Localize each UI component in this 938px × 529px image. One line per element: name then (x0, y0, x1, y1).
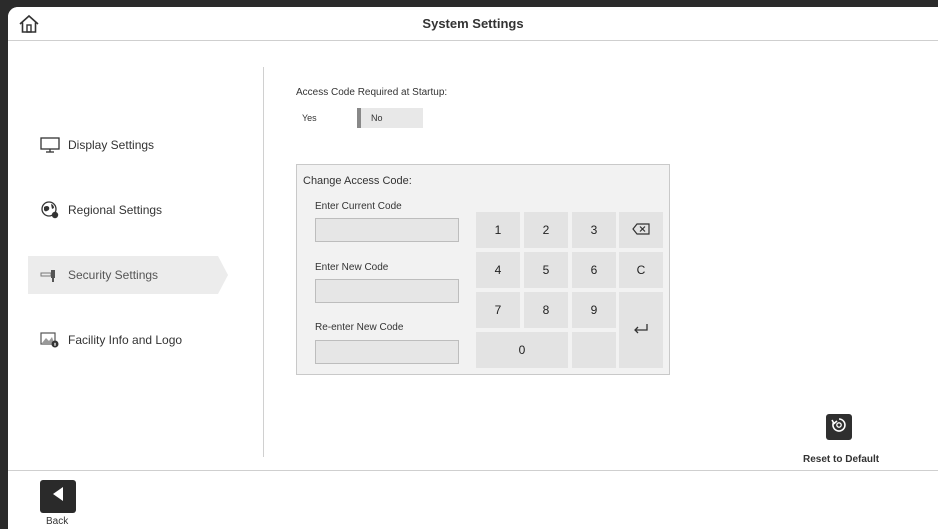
keypad-key-4[interactable]: 4 (476, 252, 520, 288)
reset-icon (830, 416, 848, 439)
sidebar-item-label: Display Settings (68, 138, 155, 152)
keypad-key-1[interactable]: 1 (476, 212, 520, 248)
globe-icon (40, 201, 60, 219)
keypad-key-2[interactable]: 2 (524, 212, 568, 248)
sidebar-item-facility-info[interactable]: Facility Info and Logo (28, 321, 218, 359)
access-code-toggle[interactable]: Yes No (296, 108, 426, 128)
toggle-option-no[interactable]: No (357, 108, 423, 128)
keypad-key-8[interactable]: 8 (524, 292, 568, 328)
sidebar-item-regional-settings[interactable]: Regional Settings (28, 191, 218, 229)
page-title: System Settings (422, 16, 524, 31)
backspace-button[interactable] (619, 212, 663, 248)
current-code-label: Enter Current Code (315, 201, 402, 212)
clear-button[interactable]: C (619, 252, 663, 288)
enter-icon (633, 323, 649, 338)
sidebar-item-label: Facility Info and Logo (68, 333, 183, 347)
reset-to-default-label: Reset to Default (803, 454, 880, 465)
reenter-code-label: Re-enter New Code (315, 322, 404, 333)
footer-divider (8, 470, 938, 471)
sidebar-item-security-settings[interactable]: Security Settings (28, 256, 228, 294)
keypad-key-6[interactable]: 6 (572, 252, 616, 288)
keypad-key-3[interactable]: 3 (572, 212, 616, 248)
keypad-key-5[interactable]: 5 (524, 252, 568, 288)
change-access-code-panel: Change Access Code: Enter Current Code E… (296, 164, 670, 375)
keypad-key-9[interactable]: 9 (572, 292, 616, 328)
app-window: System Settings Display Settings Regiona… (8, 7, 938, 529)
reset-to-default-button[interactable] (826, 414, 852, 440)
keypad-key-7[interactable]: 7 (476, 292, 520, 328)
image-info-icon (40, 331, 60, 349)
back-arrow-icon (51, 486, 65, 507)
back-label: Back (46, 516, 69, 527)
new-code-label: Enter New Code (315, 262, 389, 273)
new-code-field[interactable] (315, 279, 459, 303)
backspace-icon (632, 222, 650, 238)
reenter-code-field[interactable] (315, 340, 459, 364)
key-icon (40, 266, 60, 284)
header-bar: System Settings (8, 7, 938, 41)
back-button[interactable] (40, 480, 76, 513)
keypad-key-blank (572, 332, 616, 368)
toggle-option-yes[interactable]: Yes (302, 113, 317, 123)
enter-button[interactable] (619, 292, 663, 368)
access-code-required-label: Access Code Required at Startup: (296, 87, 448, 98)
current-code-field[interactable] (315, 218, 459, 242)
sidebar: Display Settings Regional Settings Secur… (8, 42, 264, 474)
sidebar-item-display-settings[interactable]: Display Settings (28, 126, 218, 164)
sidebar-divider (263, 67, 264, 457)
toggle-option-no-label: No (371, 113, 383, 123)
panel-title: Change Access Code: (303, 175, 412, 187)
keypad-key-0[interactable]: 0 (476, 332, 568, 368)
monitor-icon (40, 136, 60, 154)
sidebar-item-label: Regional Settings (68, 203, 163, 217)
sidebar-item-label: Security Settings (68, 268, 159, 282)
